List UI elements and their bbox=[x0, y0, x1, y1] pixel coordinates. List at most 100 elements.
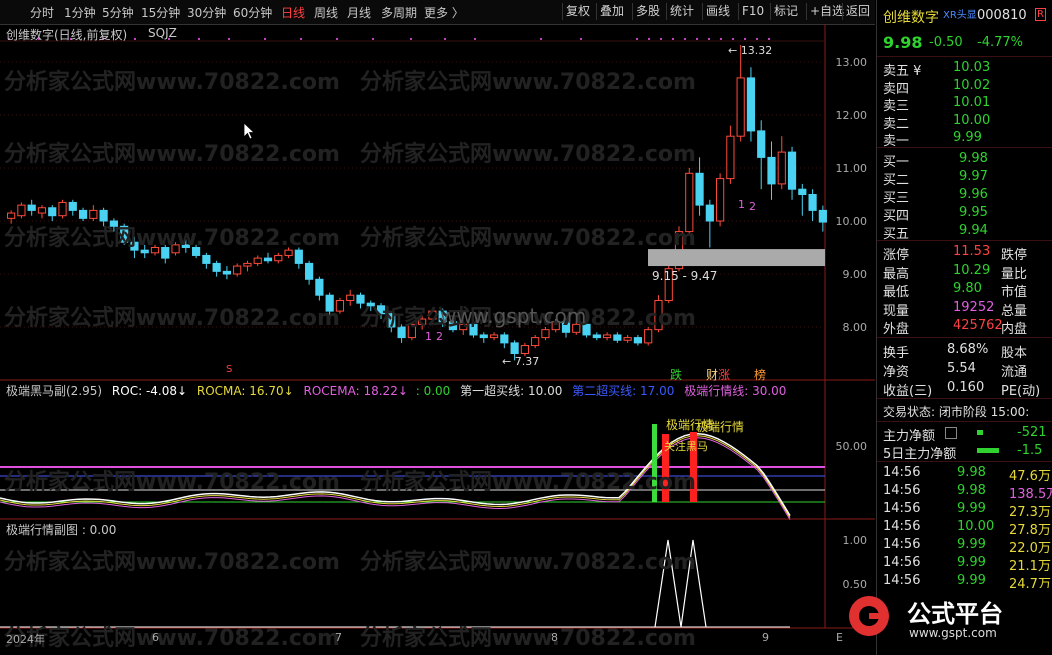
candle-body bbox=[787, 151, 797, 190]
quote-row: 14:56 9.99 22.0万 bbox=[877, 536, 1052, 556]
back-button[interactable]: 返回 bbox=[842, 3, 873, 20]
candle-body bbox=[37, 207, 47, 214]
s-marker: S bbox=[226, 364, 233, 375]
flow-row: 5日主力净额 -1.5 bbox=[877, 442, 1052, 462]
candle-body bbox=[623, 337, 632, 341]
mouse-cursor-icon bbox=[244, 123, 256, 140]
quote-row: 卖五 ¥10.03 bbox=[877, 59, 1052, 79]
quote-row: 外盘 425762 内盘 bbox=[877, 317, 1052, 337]
stat-label: 最低 bbox=[883, 285, 910, 300]
period-toolbar: 分时 1分钟 5分钟 15分钟 30分钟 60分钟 日线 周线 月线 多周期 更… bbox=[0, 0, 875, 25]
flow-row[interactable]: 主力净额 -521 bbox=[877, 424, 1052, 444]
stat-label: 涨停 bbox=[883, 248, 910, 263]
candle-body bbox=[746, 77, 756, 132]
divider bbox=[877, 147, 1052, 148]
divider bbox=[877, 56, 1052, 57]
flow-value: -521 bbox=[1017, 425, 1047, 440]
price-tick: 10.00 bbox=[835, 215, 868, 228]
f10-button[interactable]: F10 bbox=[738, 3, 767, 20]
stat-label: 市值 bbox=[1001, 285, 1028, 300]
draw-line-button[interactable]: 画线 bbox=[702, 3, 733, 20]
flow-bar bbox=[977, 430, 983, 435]
candle-body bbox=[602, 334, 612, 339]
quote-row: 14:56 9.99 21.1万 bbox=[877, 554, 1052, 574]
period-tab-60min[interactable]: 60分钟 bbox=[233, 4, 272, 21]
stat-value: 10.29 bbox=[953, 262, 991, 278]
tick-time: 14:56 bbox=[883, 483, 921, 498]
restore-rights-button[interactable]: 复权 bbox=[562, 3, 593, 20]
stat-label: 换手 bbox=[883, 346, 910, 361]
quote-row: 净资 5.54 流通 bbox=[877, 360, 1052, 380]
flow-label: 5日主力净额 bbox=[883, 447, 957, 462]
candle-body bbox=[716, 178, 725, 222]
sub2-tick: 0.50 bbox=[842, 578, 868, 591]
divider bbox=[877, 421, 1052, 422]
period-tab-daily[interactable]: 日线 bbox=[281, 4, 305, 21]
logo-text: 公式平台 bbox=[907, 600, 1003, 628]
bid-price: 9.94 bbox=[959, 223, 988, 238]
sub1-rocema: ROCEMA: 18.22 bbox=[303, 384, 398, 398]
overlay-button[interactable]: 叠加 bbox=[596, 3, 627, 20]
multi-stock-button[interactable]: 多股 bbox=[632, 3, 663, 20]
ask-price: 10.03 bbox=[953, 60, 991, 75]
sub1-line2: 第二超买线: 17.00 bbox=[572, 384, 675, 398]
price-tick: 13.00 bbox=[835, 56, 868, 69]
candle-body bbox=[58, 201, 67, 217]
period-tab-30min[interactable]: 30分钟 bbox=[187, 4, 226, 21]
candle-body bbox=[695, 172, 704, 206]
add-watchlist-button[interactable]: +自选 bbox=[806, 3, 847, 20]
period-tab-monthly[interactable]: 月线 bbox=[347, 4, 371, 21]
watermark: 分析家公式网www.70822.com bbox=[360, 70, 696, 95]
signal-dot bbox=[732, 38, 734, 40]
period-tab-5min[interactable]: 5分钟 bbox=[102, 4, 134, 21]
candle-body bbox=[48, 207, 57, 217]
quote-row: 涨停 11.53 跌停 bbox=[877, 243, 1052, 263]
watermark: 分析家公式网www.70822.com bbox=[4, 550, 340, 575]
price-tick: 12.00 bbox=[835, 109, 868, 122]
candle-body bbox=[808, 194, 817, 211]
stock-header: 创维数字 XR头显 000810 R bbox=[877, 6, 1052, 28]
calendar-icon[interactable] bbox=[945, 427, 957, 439]
candle-body bbox=[346, 294, 355, 302]
tick-time: 14:56 bbox=[883, 573, 921, 588]
signal-dot bbox=[228, 38, 230, 40]
mark-button[interactable]: 标记 bbox=[770, 3, 801, 20]
quote-row: 买二 9.97 bbox=[877, 168, 1052, 188]
candle-body bbox=[89, 209, 98, 219]
period-tab-multi[interactable]: 多周期 bbox=[381, 4, 417, 21]
tick-time: 14:56 bbox=[883, 555, 921, 570]
trade-status-row: 交易状态: 闭市阶段 15:00: bbox=[877, 402, 1052, 420]
signal-dot bbox=[744, 38, 746, 40]
tick-price: 9.99 bbox=[957, 501, 986, 516]
period-tab-1min[interactable]: 1分钟 bbox=[64, 4, 96, 21]
ask-price: 10.01 bbox=[953, 95, 991, 110]
bid-price: 9.98 bbox=[959, 151, 988, 166]
candle-body bbox=[233, 265, 242, 275]
watermark: 分析家公式网www.70822.com bbox=[4, 70, 340, 95]
candle-body bbox=[489, 334, 499, 339]
statistics-button[interactable]: 统计 bbox=[666, 3, 697, 20]
signal-dot bbox=[720, 38, 722, 40]
candle-body bbox=[520, 345, 529, 354]
quote-panel: 创维数字 XR头显 000810 R 9.98 -0.50 -4.77% 卖五 … bbox=[849, 0, 1052, 655]
period-tab-weekly[interactable]: 周线 bbox=[314, 4, 338, 21]
price-tick: 8.00 bbox=[842, 321, 868, 334]
stat-value: 11.53 bbox=[953, 244, 991, 259]
high-value: 13.32 bbox=[740, 44, 773, 57]
candle-body bbox=[777, 151, 786, 185]
candle-body bbox=[705, 204, 714, 222]
quote-row: 收益(三) 0.160 PE(动) bbox=[877, 379, 1052, 399]
kline-chart[interactable]: 分析家公式网www.70822.com 分析家公式网www.70822.com … bbox=[0, 24, 875, 655]
tick-time: 14:56 bbox=[883, 465, 921, 480]
tick-price: 9.99 bbox=[957, 573, 986, 588]
period-tab-15min[interactable]: 15分钟 bbox=[141, 4, 180, 21]
tick-time: 14:56 bbox=[883, 519, 921, 534]
candle-body bbox=[263, 257, 273, 262]
ask-price: 9.99 bbox=[953, 130, 982, 145]
candle-body bbox=[726, 135, 735, 180]
candle-body bbox=[613, 334, 622, 341]
date-label: 8 bbox=[551, 631, 558, 644]
candle-body bbox=[243, 262, 252, 267]
period-tab-fenshi[interactable]: 分时 bbox=[30, 4, 54, 21]
period-tab-more[interactable]: 更多 〉 bbox=[424, 4, 464, 21]
